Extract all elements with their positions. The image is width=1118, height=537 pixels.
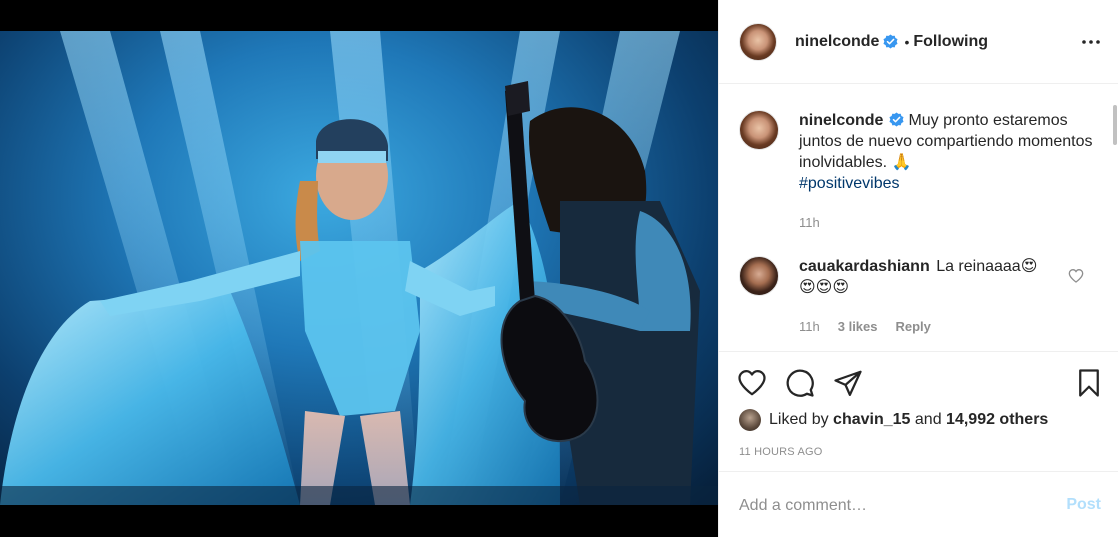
add-comment-bar: Post <box>719 471 1118 537</box>
post-photo[interactable] <box>0 31 718 505</box>
likes-middle: and <box>914 411 942 428</box>
comment-bubble-icon[interactable] <box>785 368 815 398</box>
caption-hashtag[interactable]: #positivevibes <box>799 175 900 192</box>
caption-row: ninelconde Muy pronto estaremos juntos d… <box>739 110 1109 194</box>
caption-time[interactable]: 11h <box>799 215 820 230</box>
like-heart-icon[interactable] <box>737 368 767 398</box>
post-header: ninelconde • Following <box>719 0 1118 84</box>
post-modal: ninelconde • Following ninelconde Muy pr… <box>0 0 1118 537</box>
concert-photo-illustration <box>0 31 718 505</box>
verified-badge-icon <box>883 34 898 49</box>
post-actions: Liked by chavin_15 and 14,992 others 11 … <box>719 351 1118 471</box>
comment-reply-button[interactable]: Reply <box>896 319 931 334</box>
header-separator: • <box>904 33 910 50</box>
comment-like-heart-icon[interactable] <box>1068 268 1084 284</box>
likes-others[interactable]: 14,992 others <box>946 411 1048 429</box>
comment-body: La reinaaaa😍 <box>936 258 1038 275</box>
comment-likes[interactable]: 3 likes <box>838 319 878 334</box>
caption-avatar[interactable] <box>739 110 779 150</box>
post-timestamp[interactable]: 11 HOURS AGO <box>739 446 823 458</box>
following-button[interactable]: Following <box>913 33 988 51</box>
comment-row: cauakardashiann La reinaaaa😍 😍😍😍 <box>739 256 1109 298</box>
comment-body-line2: 😍😍😍 <box>799 279 850 296</box>
comment-meta: 11h 3 likes Reply <box>799 319 931 334</box>
likes-summary: Liked by chavin_15 and 14,992 others <box>739 409 1048 431</box>
author-username[interactable]: ninelconde <box>795 33 879 51</box>
likes-user[interactable]: chavin_15 <box>833 411 910 429</box>
share-direct-icon[interactable] <box>833 368 863 398</box>
add-comment-input[interactable] <box>739 494 1039 518</box>
commenter-username[interactable]: cauakardashiann <box>799 258 930 275</box>
post-side-panel: ninelconde • Following ninelconde Muy pr… <box>718 0 1118 537</box>
likes-prefix: Liked by <box>769 411 829 428</box>
liker-avatar[interactable] <box>739 409 761 431</box>
commenter-avatar[interactable] <box>739 256 779 296</box>
caption-username[interactable]: ninelconde <box>799 112 883 129</box>
caption-meta: 11h <box>799 215 820 230</box>
comment-text: cauakardashiann La reinaaaa😍 😍😍😍 <box>799 256 1109 298</box>
save-bookmark-icon[interactable] <box>1074 368 1104 398</box>
verified-badge-icon <box>889 112 904 127</box>
media-area <box>0 0 718 537</box>
post-comment-button[interactable]: Post <box>1066 496 1101 514</box>
caption-text: ninelconde Muy pronto estaremos juntos d… <box>799 110 1109 194</box>
comments-scrollbar[interactable] <box>1113 105 1117 145</box>
more-options-icon[interactable] <box>1081 32 1101 52</box>
comments-list[interactable]: ninelconde Muy pronto estaremos juntos d… <box>719 85 1118 351</box>
comment-time[interactable]: 11h <box>799 319 820 334</box>
author-avatar[interactable] <box>739 22 777 61</box>
